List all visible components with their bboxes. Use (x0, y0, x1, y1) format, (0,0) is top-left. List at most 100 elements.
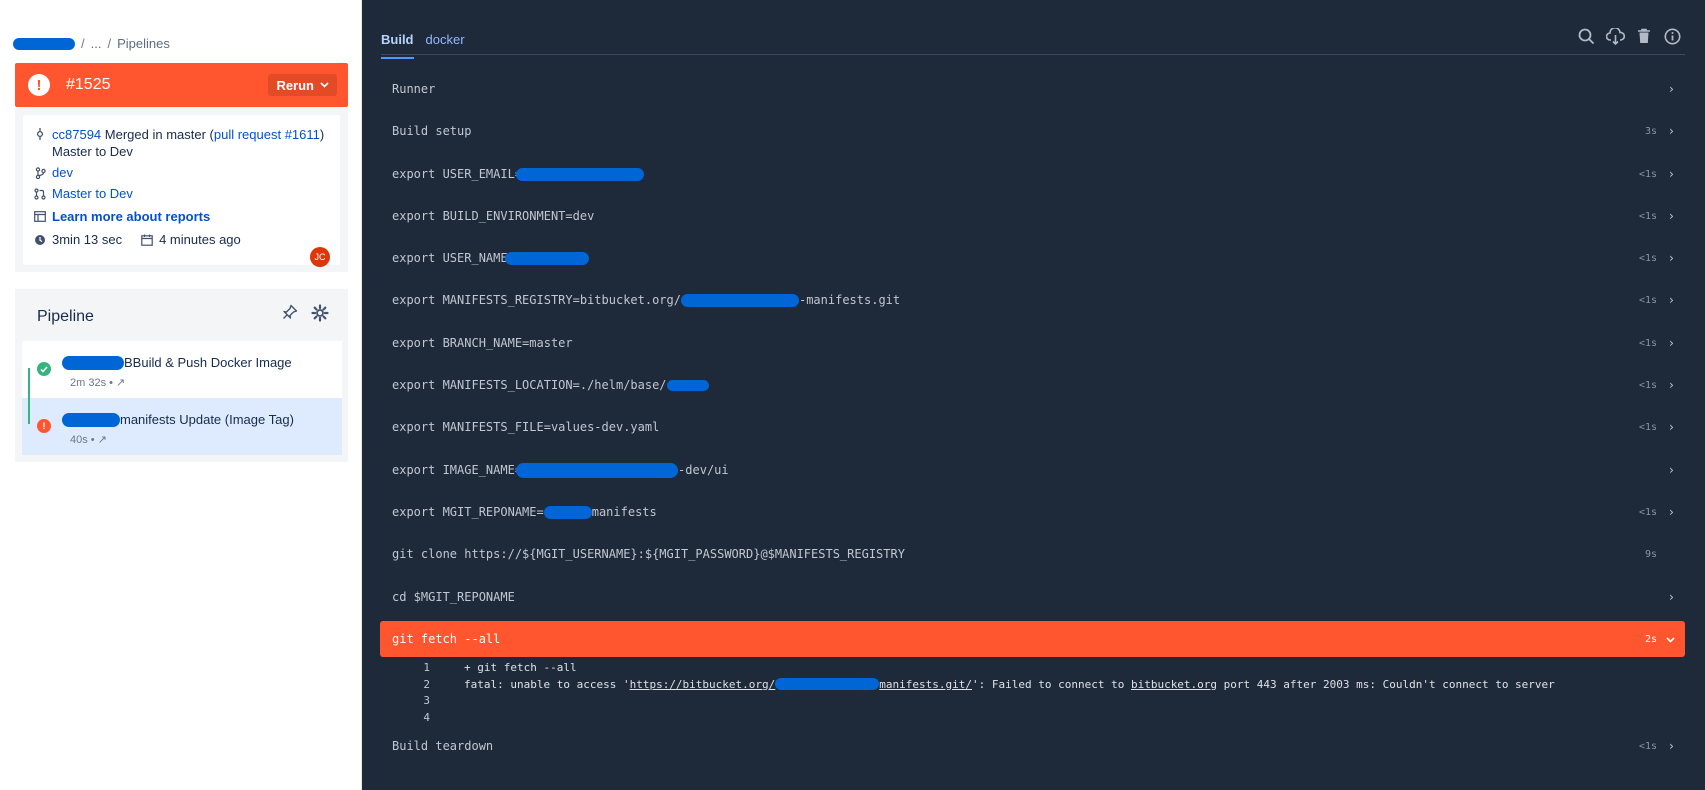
rerun-button[interactable]: Rerun (268, 74, 337, 96)
line-number: 1 (423, 660, 430, 674)
log-step-label: export USER_EMAIL= (392, 167, 523, 181)
step-connector (28, 368, 30, 424)
chevron-right-icon: › (1667, 336, 1675, 350)
branch-link[interactable]: dev (52, 165, 73, 180)
chevron-right-icon: › (1667, 82, 1675, 96)
log-step-label: cd $MGIT_REPONAME (392, 590, 515, 604)
pipeline-step-build-push[interactable]: B Build & Push Docker Image 2m 32s • ↗ (22, 341, 342, 398)
line-text: port 443 after 2003 ms: Couldn't connect… (1217, 677, 1555, 691)
log-step-label: Build setup (392, 124, 472, 138)
log-step-user-email[interactable]: export USER_EMAIL= <1s › (380, 156, 1685, 192)
pipeline-title: Pipeline (37, 308, 94, 325)
redacted-step-prefix (62, 412, 120, 427)
error-icon: ! (37, 419, 51, 433)
error-icon: ! (28, 74, 50, 96)
download-icon[interactable] (1605, 26, 1626, 50)
step-meta: 2m 32s • ↗ (70, 377, 126, 389)
breadcrumb: / ... / Pipelines (13, 36, 170, 51)
log-step-build-teardown[interactable]: Build teardown <1s › (380, 728, 1685, 764)
log-step-label: git clone https://${MGIT_USERNAME}:${MGI… (392, 547, 905, 561)
commit-row: cc87594 Merged in master (pull request #… (33, 126, 324, 160)
build-number: #1525 (66, 76, 111, 93)
log-step-duration: <1s (1638, 337, 1657, 349)
left-panel: / ... / Pipelines ! #1525 Rerun cc87594 … (0, 0, 362, 790)
line-text: fatal: unable to access ' (464, 677, 630, 691)
log-step-label: export MANIFESTS_LOCATION=./helm/base/ (392, 378, 667, 392)
chevron-right-icon: › (1667, 251, 1675, 265)
step-meta: 40s • ↗ (70, 434, 107, 446)
host-link[interactable]: bitbucket.org (1131, 678, 1217, 691)
gear-icon[interactable] (311, 304, 329, 327)
log-step-cd-reponame[interactable]: cd $MGIT_REPONAME › (380, 579, 1685, 615)
pin-icon[interactable] (282, 304, 298, 325)
commit-message-end: ) (319, 127, 325, 142)
log-output-line: 4 (380, 709, 464, 725)
chevron-down-icon (320, 80, 329, 91)
pull-request-title-link[interactable]: Master to Dev (52, 186, 133, 201)
log-step-label-suffix: -manifests.git (798, 293, 901, 307)
clock-icon (33, 234, 47, 249)
avatar[interactable]: JC (310, 247, 330, 267)
log-step-duration: <1s (1638, 379, 1657, 391)
log-step-label-suffix: manifests (591, 505, 657, 519)
log-step-user-name[interactable]: export USER_NAME= <1s › (380, 240, 1685, 276)
log-step-image-name[interactable]: export IMAGE_NAME= -dev/ui › (380, 452, 1685, 488)
chevron-right-icon: › (1667, 167, 1675, 181)
log-step-build-environment[interactable]: export BUILD_ENVIRONMENT=dev <1s › (380, 198, 1685, 234)
step-name: manifests Update (Image Tag) (120, 412, 294, 427)
build-duration: 3min 13 sec (52, 232, 123, 247)
log-step-label: export MANIFESTS_REGISTRY=bitbucket.org/ (392, 293, 681, 307)
branch-icon (33, 167, 47, 182)
line-text: ': Failed to connect to (972, 677, 1131, 691)
commit-message-line2: Master to Dev (52, 144, 133, 159)
log-step-label: Build teardown (392, 739, 494, 753)
tab-divider (381, 54, 1685, 55)
log-step-mgit-reponame[interactable]: export MGIT_REPONAME= manifests <1s › (380, 494, 1685, 530)
commit-card: cc87594 Merged in master (pull request #… (15, 107, 348, 272)
log-step-label-suffix: -dev/ui (678, 463, 729, 477)
success-check-icon (37, 362, 51, 376)
line-number: 2 (423, 677, 430, 691)
learn-more-reports-link[interactable]: Learn more about reports (52, 209, 210, 224)
pipeline-card: Pipeline B Build & Push Docker Image 2m 3… (15, 289, 348, 462)
log-step-manifests-location[interactable]: export MANIFESTS_LOCATION=./helm/base/ <… (380, 367, 1685, 403)
commit-hash-link[interactable]: cc87594 (52, 127, 101, 142)
redacted-workspace[interactable] (13, 37, 75, 50)
chevron-right-icon: › (1667, 739, 1675, 753)
log-step-duration: <1s (1638, 294, 1657, 306)
log-step-manifests-registry[interactable]: export MANIFESTS_REGISTRY=bitbucket.org/… (380, 282, 1685, 318)
repository-url-link-suffix[interactable]: manifests.git/ (879, 678, 972, 691)
chevron-right-icon: › (1667, 420, 1675, 434)
pipeline-step-manifests-update[interactable]: ! manifests Update (Image Tag) 40s • ↗ (22, 398, 342, 455)
search-icon[interactable] (1578, 28, 1595, 50)
breadcrumb-ellipsis[interactable]: ... (91, 36, 102, 51)
log-step-git-fetch-failed[interactable]: git fetch --all 2s (380, 621, 1685, 657)
log-output-line: 3 (380, 692, 464, 708)
log-step-label: git fetch --all (392, 632, 501, 646)
breadcrumb-separator: / (81, 36, 85, 51)
redacted-value (666, 379, 709, 391)
log-step-duration: <1s (1638, 210, 1657, 222)
log-step-duration: 9s (1644, 548, 1657, 560)
log-step-duration: <1s (1638, 506, 1657, 518)
step-name: Build & Push Docker Image (132, 355, 292, 370)
log-step-label: export MANIFESTS_FILE=values-dev.yaml (392, 420, 660, 434)
log-step-build-setup[interactable]: Build setup 3s › (380, 113, 1685, 149)
log-step-duration: <1s (1638, 168, 1657, 180)
repository-url-link[interactable]: https://bitbucket.org/ (630, 678, 776, 691)
log-step-label: export IMAGE_NAME= (392, 463, 523, 477)
redacted-value (504, 251, 589, 265)
reports-row: Learn more about reports (33, 209, 210, 225)
log-step-duration: 2s (1644, 633, 1657, 645)
log-step-runner[interactable]: Runner › (380, 71, 1685, 107)
chevron-right-icon: › (1667, 124, 1675, 138)
log-step-git-clone[interactable]: git clone https://${MGIT_USERNAME}:${MGI… (380, 536, 1685, 572)
info-icon[interactable] (1664, 28, 1681, 50)
log-step-manifests-file[interactable]: export MANIFESTS_FILE=values-dev.yaml <1… (380, 409, 1685, 445)
pull-request-link[interactable]: pull request #1611 (214, 127, 320, 142)
breadcrumb-pipelines[interactable]: Pipelines (117, 36, 170, 51)
trash-icon[interactable] (1637, 28, 1651, 49)
log-step-branch-name[interactable]: export BRANCH_NAME=master <1s › (380, 325, 1685, 361)
line-number: 4 (423, 710, 430, 724)
redacted-step-prefix (62, 355, 124, 370)
